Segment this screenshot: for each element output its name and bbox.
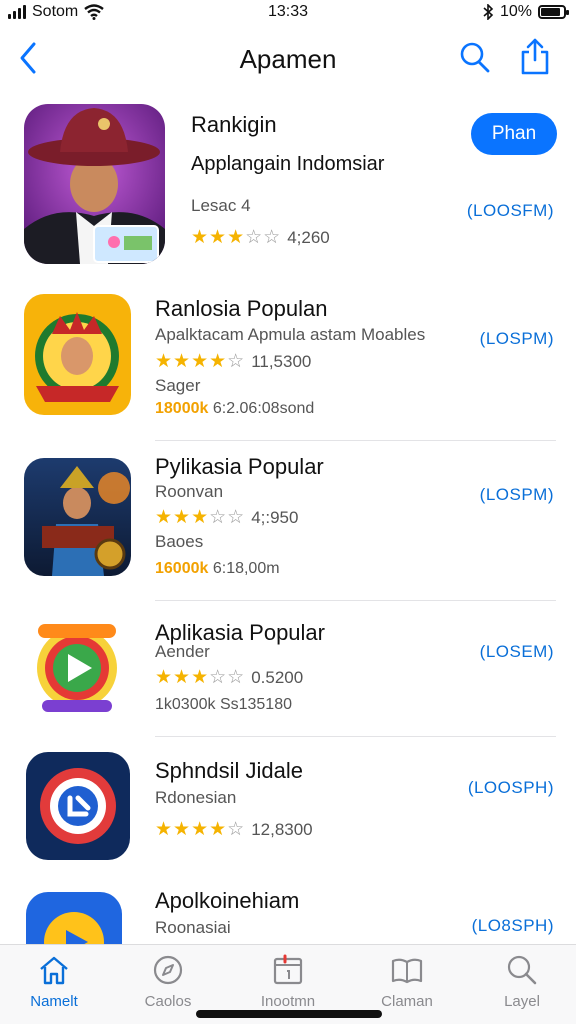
app-name: Sphndsil Jidale	[155, 758, 303, 783]
list-item[interactable]: Ranlosia Populan Apalktacam Apmula astam…	[0, 282, 576, 440]
app-icon	[24, 294, 131, 415]
get-button[interactable]: (LOSPM)	[480, 329, 554, 349]
app-rating: ★★★★☆ 12,8300	[155, 818, 313, 841]
get-button[interactable]: (LO8SPH)	[472, 916, 554, 936]
app-size: 18000k 6:2.06:08sond	[155, 400, 314, 418]
rating-count: 4;260	[287, 227, 330, 247]
app-meta: Baoes	[155, 532, 204, 551]
tab-label: Inootmn	[260, 993, 316, 1010]
star-rating: ★★★★☆	[155, 819, 246, 840]
bluetooth-icon	[483, 4, 494, 20]
app-size-detail: 6:2.06:08sond	[212, 400, 315, 417]
open-button[interactable]: Phan	[471, 113, 557, 155]
search-button[interactable]	[458, 40, 492, 76]
list-item[interactable]: Aplikasia Popular Aender ★★★☆☆ 0.5200 1k…	[0, 602, 576, 736]
app-size-detail: 1k0300k Ss135180	[155, 696, 292, 713]
battery-level-fill	[541, 8, 560, 16]
tab-explore[interactable]: Caolos	[118, 953, 218, 1010]
divider	[155, 600, 556, 601]
app-subtitle: Aender	[155, 642, 210, 661]
app-name: Pylikasia Popular	[155, 454, 324, 479]
star-rating: ★★★☆☆	[155, 507, 246, 528]
battery-icon	[538, 5, 569, 19]
app-subtitle: Apalktacam Apmula astam Moables	[155, 325, 426, 344]
compass-icon	[153, 955, 183, 985]
navigation-bar: Apamen	[0, 30, 576, 90]
app-subtitle: Applangain Indomsiar	[191, 153, 385, 175]
battery-percent: 10%	[499, 3, 532, 20]
app-rating: ★★★★☆ 11,5300	[155, 350, 311, 373]
app-size-detail: 6:18,00m	[212, 560, 280, 577]
list-item[interactable]: Sphndsil Jidale Rdonesian ★★★★☆ 12,8300 …	[0, 738, 576, 878]
status-bar: Sotom 13:33 10%	[0, 0, 576, 26]
app-icon	[26, 752, 130, 860]
app-icon	[24, 458, 131, 576]
app-size: 1k0300k Ss135180	[155, 696, 292, 714]
app-size: 16000k 6:18,00m	[155, 560, 280, 578]
tab-label: Namelt	[30, 993, 78, 1010]
get-button[interactable]: (LOSEM)	[480, 642, 554, 662]
get-button[interactable]: (LOOSPH)	[468, 778, 554, 798]
rating-count: 4;:950	[251, 507, 299, 527]
app-rating: ★★★☆☆ 4;:950	[155, 506, 298, 529]
list-item[interactable]: Apolkoinehiam Roonasiai (LO8SPH)	[0, 880, 576, 944]
home-indicator	[196, 1010, 382, 1018]
list-item[interactable]: Pylikasia Popular Roonvan ★★★☆☆ 4;:950 B…	[0, 442, 576, 600]
search-icon	[460, 42, 490, 73]
app-subtitle: Roonasiai	[155, 918, 231, 937]
app-subtitle: Rdonesian	[155, 788, 237, 807]
divider	[155, 736, 556, 737]
tab-home[interactable]: Namelt	[4, 953, 104, 1010]
app-name: Ranlosia Populan	[155, 296, 328, 321]
app-rating: ★★★☆☆ 0.5200	[155, 666, 303, 689]
app-meta: Lesac 4	[191, 196, 251, 215]
app-icon	[24, 104, 165, 264]
tab-library[interactable]: Claman	[357, 953, 457, 1010]
tab-label: Layel	[504, 993, 540, 1010]
star-rating: ★★★☆☆	[155, 667, 246, 688]
star-rating: ★★★☆☆	[191, 227, 282, 248]
status-right: 10%	[482, 3, 569, 21]
calendar-icon	[273, 954, 303, 985]
star-rating: ★★★★☆	[155, 351, 246, 372]
app-icon	[34, 620, 120, 716]
home-icon	[40, 956, 68, 985]
app-name: Apolkoinehiam	[155, 888, 300, 913]
tab-calendar[interactable]: Inootmn	[238, 953, 338, 1010]
share-button[interactable]	[518, 36, 552, 76]
app-rating: ★★★☆☆ 4;260	[191, 226, 330, 249]
get-button[interactable]: (LOSPM)	[480, 485, 554, 505]
app-meta: Sager	[155, 376, 201, 395]
book-icon	[391, 958, 423, 984]
divider	[155, 440, 556, 441]
get-button[interactable]: (LOOSFM)	[467, 201, 554, 221]
rating-count: 0.5200	[251, 667, 304, 687]
app-size-highlight: 18000k	[155, 400, 209, 417]
share-icon	[521, 38, 549, 75]
search-icon	[507, 955, 537, 985]
rating-count: 12,8300	[251, 819, 313, 839]
app-subtitle: Roonvan	[155, 482, 224, 501]
rating-count: 11,5300	[251, 351, 312, 371]
tab-search[interactable]: Layel	[472, 953, 572, 1010]
app-icon	[26, 892, 122, 944]
app-size-highlight: 16000k	[155, 560, 209, 577]
list-item[interactable]: Rankigin Applangain Indomsiar Lesac 4 ★★…	[0, 100, 576, 280]
tab-label: Claman	[381, 993, 433, 1010]
app-name: Rankigin	[191, 112, 277, 137]
tab-label: Caolos	[144, 993, 192, 1010]
